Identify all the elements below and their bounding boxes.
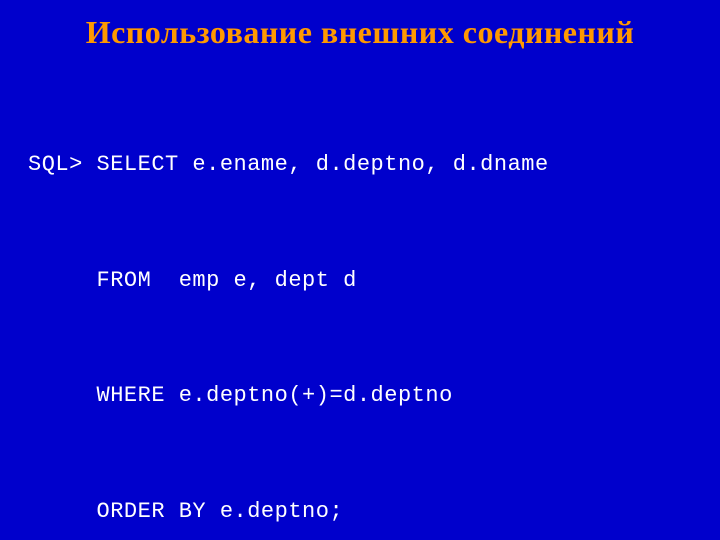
sql-line-2: FROM emp e, dept d	[28, 262, 692, 301]
sql-line-1: SQL> SELECT e.ename, d.deptno, d.dname	[28, 146, 692, 185]
sql-line-4: ORDER BY e.deptno;	[28, 493, 692, 532]
sql-line-3: WHERE e.deptno(+)=d.deptno	[28, 377, 692, 416]
sql-code-block: SQL> SELECT e.ename, d.deptno, d.dname F…	[28, 69, 692, 540]
slide: Использование внешних соединений SQL> SE…	[0, 0, 720, 540]
page-title: Использование внешних соединений	[28, 14, 692, 51]
